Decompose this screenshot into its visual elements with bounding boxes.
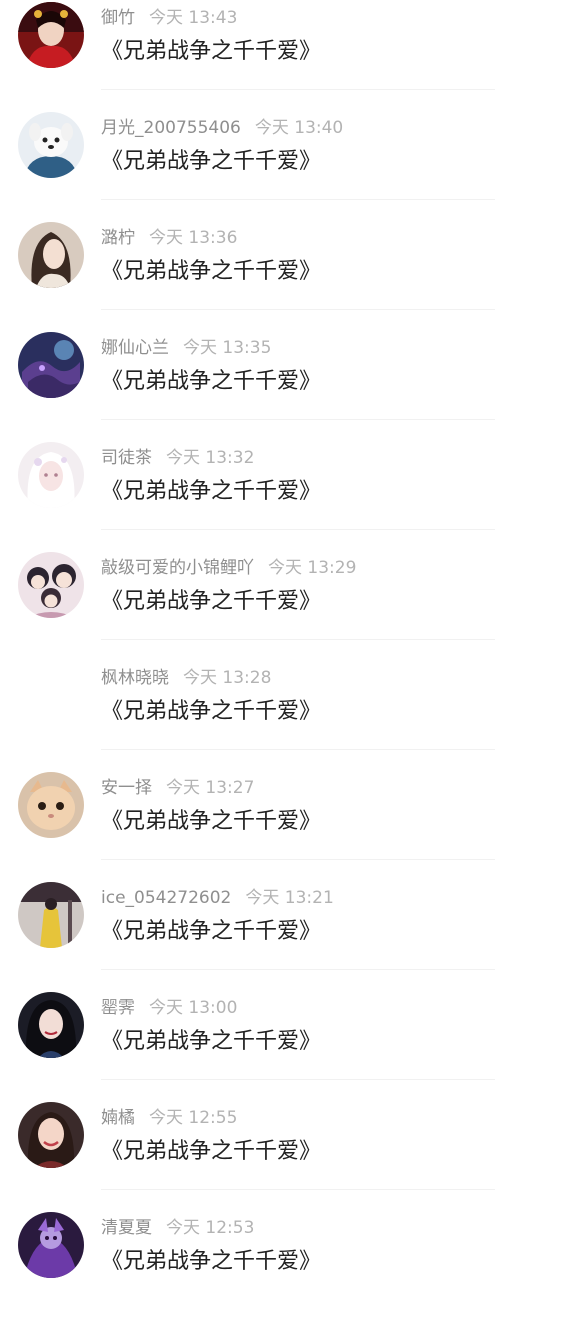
avatar[interactable] [18,882,84,948]
user-name[interactable]: 御竹 [101,8,135,28]
message-meta: 司徒茶 今天 13:32 [101,447,254,469]
user-name[interactable]: ice_054272602 [101,888,231,908]
message-meta: 御竹 今天 13:43 [101,7,237,29]
avatar[interactable] [18,442,84,508]
list-item[interactable]: 枫林晓晓 今天 13:28 《兄弟战争之千千爱》 [0,660,585,770]
message-meta: 婻橘 今天 12:55 [101,1107,237,1129]
message-text: 《兄弟战争之千千爱》 [101,809,322,834]
message-text: 《兄弟战争之千千爱》 [101,1029,322,1054]
timestamp: 今天 13:35 [183,338,272,358]
avatar[interactable] [18,772,84,838]
message-text: 《兄弟战争之千千爱》 [101,369,322,394]
divider [101,749,495,750]
list-item[interactable]: ice_054272602 今天 13:21 《兄弟战争之千千爱》 [0,880,585,990]
white-puppy-avatar [18,112,84,178]
timestamp: 今天 12:53 [166,1218,255,1238]
avatar[interactable] [18,2,84,68]
message-meta: ice_054272602 今天 13:21 [101,887,334,909]
message-text: 《兄弟战争之千千爱》 [101,1249,322,1274]
message-text: 《兄弟战争之千千爱》 [101,919,322,944]
timestamp: 今天 13:36 [149,228,238,248]
avatar[interactable] [18,662,84,728]
divider [101,969,495,970]
user-name[interactable]: 娜仙心兰 [101,338,169,358]
divider [101,1079,495,1080]
avatar[interactable] [18,112,84,178]
message-text: 《兄弟战争之千千爱》 [101,589,322,614]
user-name[interactable]: 婻橘 [101,1108,135,1128]
timestamp: 今天 13:40 [254,118,344,138]
dark-hair-girl-avatar [18,992,84,1058]
list-item[interactable]: 御竹 今天 13:43 《兄弟战争之千千爱》 [0,0,585,110]
list-item[interactable]: 月光_200755406 今天 13:40 《兄弟战争之千千爱》 [0,110,585,220]
list-item[interactable]: 司徒茶 今天 13:32 《兄弟战争之千千爱》 [0,440,585,550]
purple-warrior-avatar [18,1212,84,1278]
timestamp: 今天 13:21 [245,888,334,908]
message-list: 御竹 今天 13:43 《兄弟战争之千千爱》 月光_200755406 今天 13:… [0,0,585,1280]
message-text: 《兄弟战争之千千爱》 [101,259,322,284]
list-item[interactable]: 敲级可爱的小锦鲤吖 今天 13:29 《兄弟战争之千千爱》 [0,550,585,660]
divider [101,529,495,530]
avatar[interactable] [18,552,84,618]
message-meta: 娜仙心兰 今天 13:35 [101,337,271,359]
message-meta: 月光_200755406 今天 13:40 [101,117,343,139]
timestamp: 今天 13:29 [268,558,357,578]
cat-avatar [18,772,84,838]
red-robed-woman-avatar [18,2,84,68]
message-text: 《兄弟战争之千千爱》 [101,699,322,724]
message-meta: 罂霁 今天 13:00 [101,997,237,1019]
timestamp: 今天 13:32 [166,448,255,468]
divider [101,639,495,640]
user-name[interactable]: 罂霁 [101,998,135,1018]
avatar[interactable] [18,222,84,288]
list-item[interactable]: 清夏夏 今天 12:53 《兄弟战争之千千爱》 [0,1210,585,1320]
list-item[interactable]: 婻橘 今天 12:55 《兄弟战争之千千爱》 [0,1100,585,1210]
timestamp: 今天 13:28 [183,668,272,688]
timestamp: 今天 13:00 [149,998,238,1018]
list-item[interactable]: 娜仙心兰 今天 13:35 《兄弟战争之千千爱》 [0,330,585,440]
white-haired-girl-avatar [18,442,84,508]
woman-portrait-avatar [18,222,84,288]
message-text: 《兄弟战争之千千爱》 [101,39,322,64]
user-name[interactable]: 敲级可爱的小锦鲤吖 [101,558,254,578]
divider [101,1189,495,1190]
divider [101,199,495,200]
user-name[interactable]: 月光_200755406 [101,118,241,138]
divider [101,309,495,310]
list-item[interactable]: 安一择 今天 13:27 《兄弟战争之千千爱》 [0,770,585,880]
message-meta: 敲级可爱的小锦鲤吖 今天 13:29 [101,557,356,579]
message-meta: 安一择 今天 13:27 [101,777,254,799]
user-name[interactable]: 安一择 [101,778,152,798]
message-text: 《兄弟战争之千千爱》 [101,479,322,504]
timestamp: 今天 12:55 [149,1108,238,1128]
timestamp: 今天 13:27 [166,778,255,798]
yellow-dress-avatar [18,882,84,948]
user-name[interactable]: 清夏夏 [101,1218,152,1238]
chibi-group-avatar [18,552,84,618]
list-item[interactable]: 潞柠 今天 13:36 《兄弟战争之千千爱》 [0,220,585,330]
divider [101,419,495,420]
avatar[interactable] [18,992,84,1058]
purple-dragon-avatar [18,332,84,398]
message-meta: 潞柠 今天 13:36 [101,227,237,249]
message-text: 《兄弟战争之千千爱》 [101,149,322,174]
message-text: 《兄弟战争之千千爱》 [101,1139,322,1164]
avatar[interactable] [18,1212,84,1278]
user-name[interactable]: 枫林晓晓 [101,668,169,688]
divider [101,89,495,90]
list-item[interactable]: 罂霁 今天 13:00 《兄弟战争之千千爱》 [0,990,585,1100]
avatar[interactable] [18,1102,84,1168]
user-name[interactable]: 司徒茶 [101,448,152,468]
divider [101,859,495,860]
timestamp: 今天 13:43 [149,8,238,28]
user-name[interactable]: 潞柠 [101,228,135,248]
avatar[interactable] [18,332,84,398]
smiling-woman-avatar [18,1102,84,1168]
message-meta: 清夏夏 今天 12:53 [101,1217,254,1239]
message-meta: 枫林晓晓 今天 13:28 [101,667,271,689]
